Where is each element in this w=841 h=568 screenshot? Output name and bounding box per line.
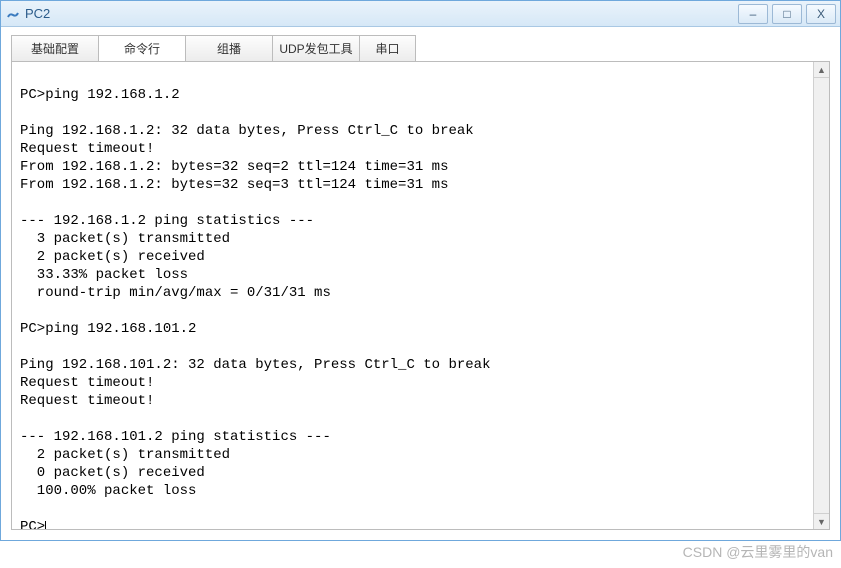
scroll-down-icon[interactable]: ▼ xyxy=(814,513,829,529)
tab-label: 基础配置 xyxy=(31,42,79,56)
tab-label: UDP发包工具 xyxy=(279,42,352,56)
window-title: PC2 xyxy=(25,6,50,21)
maximize-button[interactable]: □ xyxy=(772,4,802,24)
scrollbar[interactable]: ▲ ▼ xyxy=(813,62,829,529)
app-window: PC2 – □ X 基础配置 命令行 组播 UDP发包工具 串口 PC>ping… xyxy=(0,0,841,541)
tab-multicast[interactable]: 组播 xyxy=(185,35,273,61)
tab-udp-tool[interactable]: UDP发包工具 xyxy=(272,35,360,61)
tab-label: 命令行 xyxy=(124,42,160,56)
app-icon xyxy=(5,6,21,22)
close-button[interactable]: X xyxy=(806,4,836,24)
terminal-container: PC>ping 192.168.1.2 Ping 192.168.1.2: 32… xyxy=(11,61,830,530)
terminal[interactable]: PC>ping 192.168.1.2 Ping 192.168.1.2: 32… xyxy=(12,62,829,529)
maximize-icon: □ xyxy=(783,7,790,21)
titlebar: PC2 – □ X xyxy=(1,1,840,27)
watermark: CSDN @云里雾里的van xyxy=(683,542,833,562)
tab-command-line[interactable]: 命令行 xyxy=(98,35,186,61)
minimize-icon: – xyxy=(750,7,757,21)
text-cursor xyxy=(45,521,46,529)
tab-basic-config[interactable]: 基础配置 xyxy=(11,35,99,61)
scroll-up-icon[interactable]: ▲ xyxy=(814,62,829,78)
tab-label: 串口 xyxy=(375,42,399,56)
close-icon: X xyxy=(817,7,825,21)
tab-label: 组播 xyxy=(217,42,241,56)
minimize-button[interactable]: – xyxy=(738,4,768,24)
tab-bar: 基础配置 命令行 组播 UDP发包工具 串口 xyxy=(1,27,840,61)
tab-serial[interactable]: 串口 xyxy=(359,35,416,61)
